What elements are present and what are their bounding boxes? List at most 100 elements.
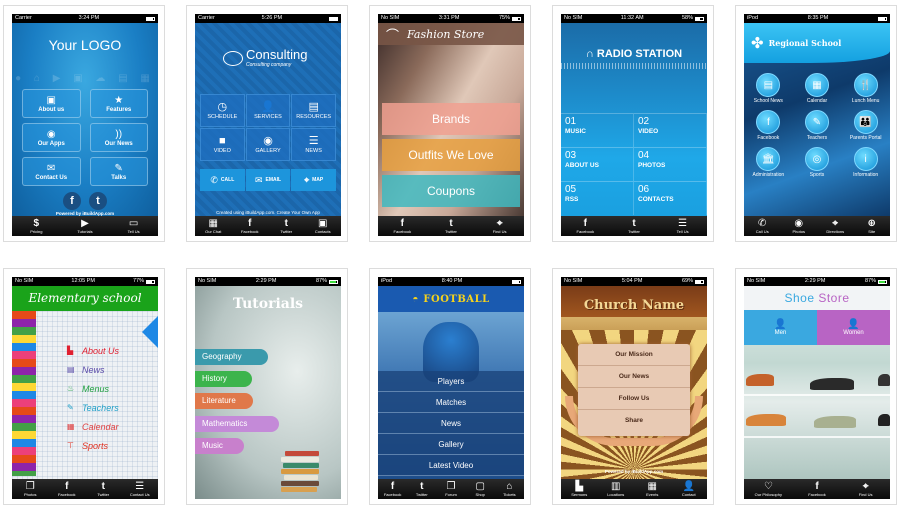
gallery-menu-item[interactable]: Gallery: [378, 434, 524, 455]
phone-preview[interactable]: No SIM 2:29 PM 87% Tutorials Geography H…: [195, 277, 341, 499]
teachers-button[interactable]: ✎ Teachers: [793, 110, 842, 141]
tab-find-us[interactable]: ⌖ Find Us: [482, 218, 518, 234]
tab-twitter[interactable]: t Twitter: [407, 481, 436, 497]
our-mission-menu-item[interactable]: Our Mission: [578, 344, 690, 366]
sports-link[interactable]: ⊤ Sports: [67, 436, 119, 455]
tab-facebook[interactable]: f Facebook: [378, 481, 407, 497]
tab-forum[interactable]: ❐ Forum: [436, 481, 465, 497]
our-apps-button[interactable]: ◉ Our Apps: [22, 123, 81, 152]
tab-photos[interactable]: ❐ Photos: [12, 481, 48, 497]
rss-menu-item[interactable]: 05 RSS: [561, 181, 634, 215]
calendar-button[interactable]: ▦ Calendar: [793, 73, 842, 104]
phone-preview[interactable]: No SIM 5:04 PM 69% Church Name Our Missi…: [561, 277, 707, 499]
teachers-link[interactable]: ✎ Teachers: [67, 398, 119, 417]
template-card-tutorials[interactable]: No SIM 2:29 PM 87% Tutorials Geography H…: [186, 268, 348, 505]
tab-pricing[interactable]: $ Pricing: [18, 218, 54, 234]
mathematics-button[interactable]: Mathematics: [195, 416, 279, 432]
latest-video-menu-item[interactable]: Latest Video: [378, 455, 524, 476]
tab-photos[interactable]: ◉ Photos: [781, 218, 817, 234]
phone-preview[interactable]: No SIM 12:05 PM 77% Elementary school ▙ A…: [12, 277, 158, 499]
tab-facebook[interactable]: f Facebook: [567, 218, 603, 234]
tab-our-philosophy[interactable]: ♡ Our Philosophy: [750, 481, 786, 497]
about-us-link[interactable]: ▙ About Us: [67, 341, 119, 360]
facebook-button[interactable]: f Facebook: [744, 110, 793, 141]
tab-contact-us[interactable]: ☰ Contact Us: [122, 481, 158, 497]
geography-button[interactable]: Geography: [195, 349, 268, 365]
talks-button[interactable]: ✎ Talks: [89, 157, 148, 186]
matches-menu-item[interactable]: Matches: [378, 392, 524, 413]
our-news-menu-item[interactable]: Our News: [578, 366, 690, 388]
template-card-consulting[interactable]: Carrier 5:26 PM Consulting Consulting co…: [186, 5, 348, 242]
phone-preview[interactable]: Carrier 5:26 PM Consulting Consulting co…: [195, 14, 341, 236]
template-card-radio-station[interactable]: No SIM 11:32 AM 58% ∩ RADIO STATION 01 MU…: [552, 5, 714, 242]
phone-preview[interactable]: iPod 8:35 PM ✤ Regional School ▤ School N…: [744, 14, 890, 236]
tab-twitter[interactable]: t Twitter: [433, 218, 469, 234]
information-button[interactable]: i Information: [841, 147, 890, 178]
call-button[interactable]: ✆ CALL: [200, 169, 245, 191]
services-button[interactable]: 👤 SERVICES: [245, 94, 291, 127]
tab-twitter[interactable]: t Twitter: [85, 481, 121, 497]
women-category-button[interactable]: 👤 Women: [817, 310, 890, 345]
coupons-button[interactable]: Coupons: [382, 175, 520, 207]
phone-preview[interactable]: No SIM 3:31 PM 75% ⌒ Fashion Store Brand…: [378, 14, 524, 236]
about-us-button[interactable]: ▣ About us: [22, 89, 81, 118]
music-menu-item[interactable]: 01 MUSIC: [561, 113, 634, 147]
lunch-menu-button[interactable]: 🍴 Lunch Menu: [841, 73, 890, 104]
tab-locations[interactable]: ▥ Locations: [598, 481, 634, 497]
photos-menu-item[interactable]: 04 PHOTOS: [634, 147, 707, 181]
sports-button[interactable]: ◎ Sports: [793, 147, 842, 178]
parents-portal-button[interactable]: 👪 Parents Portal: [841, 110, 890, 141]
template-card-fashion-store[interactable]: No SIM 3:31 PM 75% ⌒ Fashion Store Brand…: [369, 5, 531, 242]
calendar-link[interactable]: ▦ Calendar: [67, 417, 119, 436]
tab-directions[interactable]: ⌖ Directions: [817, 218, 853, 234]
administration-button[interactable]: 🏛 Administration: [744, 147, 793, 178]
tab-tell-us[interactable]: ☰ Tell Us: [665, 218, 701, 234]
tab-twitter[interactable]: t Twitter: [616, 218, 652, 234]
outfits-button[interactable]: Outfits We Love: [382, 139, 520, 171]
contacts-menu-item[interactable]: 06 CONTACTS: [634, 181, 707, 215]
tab-facebook[interactable]: f Facebook: [232, 218, 268, 234]
video-menu-item[interactable]: 02 VIDEO: [634, 113, 707, 147]
share-menu-item[interactable]: Share: [578, 410, 690, 432]
tab-facebook[interactable]: f Facebook: [49, 481, 85, 497]
phone-preview[interactable]: iPod 8:40 PM ◓ FOOTBALL Players Matches …: [378, 277, 524, 499]
template-card-shoe-store[interactable]: No SIM 2:29 PM 87% Shoe Store 👤 Men 👤 Wome…: [735, 268, 897, 505]
tab-sermons[interactable]: ▙ Sermons: [561, 481, 597, 497]
tab-contact[interactable]: 👤 Contact: [671, 481, 707, 497]
features-button[interactable]: ★ Features: [89, 89, 148, 118]
tab-tickets[interactable]: ⌂ Tickets: [495, 481, 524, 497]
follow-us-menu-item[interactable]: Follow Us: [578, 388, 690, 410]
tab-twitter[interactable]: t Twitter: [268, 218, 304, 234]
tab-call-us[interactable]: ✆ Call Us: [744, 218, 780, 234]
tab-contacts[interactable]: ▣ Contacts: [305, 218, 341, 234]
news-menu-item[interactable]: News: [378, 413, 524, 434]
contact-us-button[interactable]: ✉ Contact Us: [22, 157, 81, 186]
schedule-button[interactable]: ◷ SCHEDULE: [200, 94, 245, 127]
template-card-church[interactable]: No SIM 5:04 PM 69% Church Name Our Missi…: [552, 268, 714, 505]
template-card-regional-school[interactable]: iPod 8:35 PM ✤ Regional School ▤ School N…: [735, 5, 897, 242]
players-menu-item[interactable]: Players: [378, 371, 524, 392]
our-news-button[interactable]: )) Our News: [89, 123, 148, 152]
map-button[interactable]: ⌖ MAP: [291, 169, 336, 191]
tab-tell-us[interactable]: ▭ Tell Us: [116, 218, 152, 234]
tab-shop[interactable]: ▢ Shop: [466, 481, 495, 497]
school-news-button[interactable]: ▤ School News: [744, 73, 793, 104]
tab-events[interactable]: ▦ Events: [634, 481, 670, 497]
gallery-button[interactable]: ◉ GALLERY: [245, 128, 291, 161]
tab-site[interactable]: ⊕ Site: [854, 218, 890, 234]
music-button[interactable]: Music: [195, 438, 244, 454]
history-button[interactable]: History: [195, 371, 252, 387]
phone-preview[interactable]: No SIM 11:32 AM 58% ∩ RADIO STATION 01 MU…: [561, 14, 707, 236]
tab-tutorials[interactable]: ▶ Tutorials: [67, 218, 103, 234]
resources-button[interactable]: ▤ RESOURCES: [291, 94, 336, 127]
menus-link[interactable]: ♨ Menus: [67, 379, 119, 398]
news-button[interactable]: ☰ NEWS: [291, 128, 336, 161]
tab-facebook[interactable]: f Facebook: [799, 481, 835, 497]
news-link[interactable]: ▤ News: [67, 360, 119, 379]
about-us-menu-item[interactable]: 03 ABOUT US: [561, 147, 634, 181]
video-button[interactable]: ■ VIDEO: [200, 128, 245, 161]
phone-preview[interactable]: No SIM 2:29 PM 87% Shoe Store 👤 Men 👤 Wome…: [744, 277, 890, 499]
brands-button[interactable]: Brands: [382, 103, 520, 135]
facebook-icon[interactable]: f: [63, 192, 81, 210]
template-card-football[interactable]: iPod 8:40 PM ◓ FOOTBALL Players Matches …: [369, 268, 531, 505]
